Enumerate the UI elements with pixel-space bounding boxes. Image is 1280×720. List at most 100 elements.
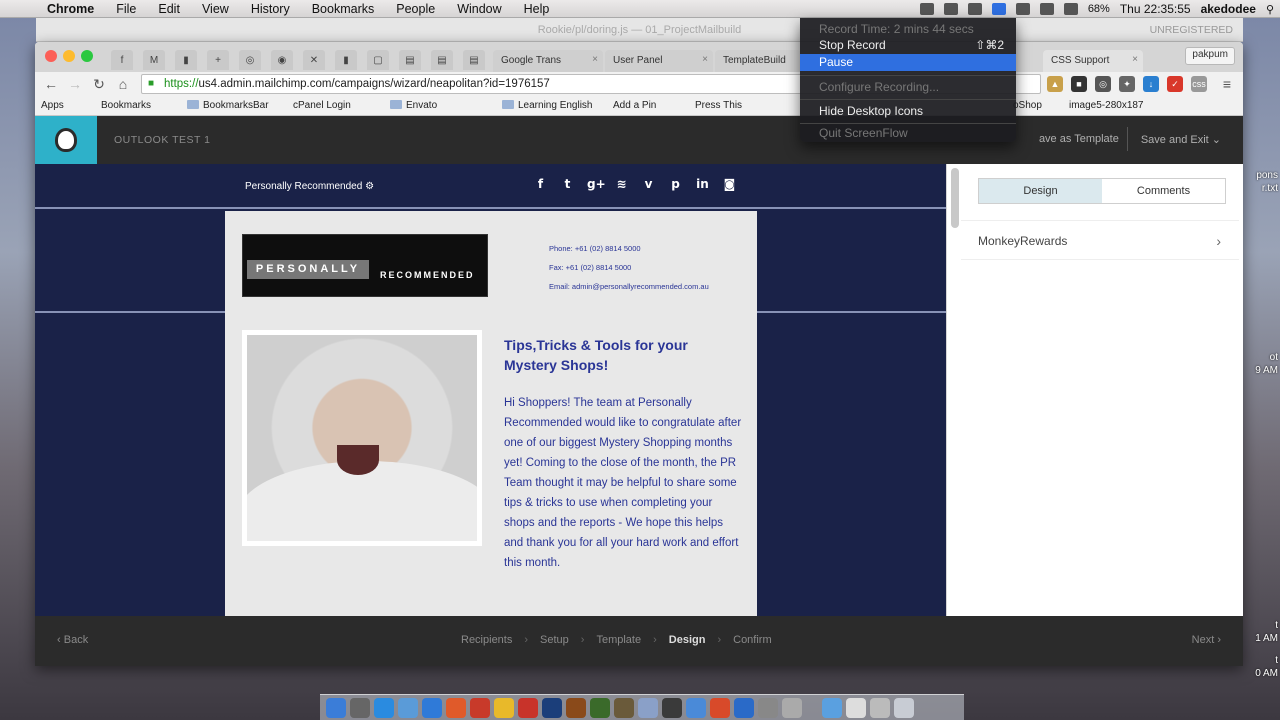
menubar-clock[interactable]: Thu 22:35:55	[1120, 2, 1191, 16]
extension-icon[interactable]: ▲	[1047, 76, 1063, 92]
screenflow-icon[interactable]	[734, 697, 754, 718]
post-image[interactable]	[242, 330, 482, 546]
pinned-tab-gmail[interactable]: M	[143, 50, 165, 70]
pinned-tab[interactable]: ▢	[367, 50, 389, 70]
extension-icon[interactable]: ◎	[1095, 76, 1111, 92]
zoom-window-button[interactable]	[81, 50, 93, 62]
downloads-folder-icon[interactable]	[822, 697, 842, 718]
illustrator-icon[interactable]	[566, 697, 586, 718]
bookmark-envato[interactable]: Envato	[390, 100, 437, 111]
app-icon[interactable]	[614, 697, 634, 718]
menu-window[interactable]: Window	[446, 2, 512, 16]
pinned-tab[interactable]: ✕	[303, 50, 325, 70]
menu-history[interactable]: History	[240, 2, 301, 16]
pause-item[interactable]: Pause	[800, 54, 1016, 71]
app-icon[interactable]	[686, 697, 706, 718]
close-window-button[interactable]	[45, 50, 57, 62]
gear-icon[interactable]: ⚙	[365, 181, 374, 192]
close-tab-icon[interactable]: ×	[702, 54, 708, 65]
post-title[interactable]: Tips,Tricks & Tools for your Mystery Sho…	[504, 335, 734, 375]
extension-icon[interactable]: ✓	[1167, 76, 1183, 92]
step-setup[interactable]: Setup	[540, 634, 569, 646]
monkeyrewards-row[interactable]: MonkeyRewards ›	[961, 220, 1239, 260]
step-confirm[interactable]: Confirm	[733, 634, 772, 646]
instagram-icon[interactable]: ◙	[722, 177, 737, 192]
pinned-tab[interactable]: ▤	[399, 50, 421, 70]
panel-scrollbar[interactable]	[951, 168, 959, 228]
minimize-window-button[interactable]	[63, 50, 75, 62]
volume-icon[interactable]	[1063, 3, 1078, 15]
home-icon[interactable]: ⌂	[113, 74, 133, 94]
menu-help[interactable]: Help	[513, 2, 561, 16]
extension-icon[interactable]: ✦	[1119, 76, 1135, 92]
trash-icon[interactable]	[894, 697, 914, 718]
pinned-tab[interactable]: ◎	[239, 50, 261, 70]
app-icon[interactable]	[710, 697, 730, 718]
battery-percent[interactable]: 68%	[1088, 3, 1110, 15]
step-design[interactable]: Design	[669, 634, 706, 646]
app-icon[interactable]	[758, 697, 778, 718]
document-icon[interactable]	[870, 697, 890, 718]
terminal-icon[interactable]	[662, 697, 682, 718]
save-and-exit-button[interactable]: Save and Exit ⌄	[1141, 133, 1221, 146]
pinned-tab[interactable]: ▮	[175, 50, 197, 70]
dreamweaver-icon[interactable]	[590, 697, 610, 718]
tray-icon[interactable]	[967, 3, 982, 15]
menu-edit[interactable]: Edit	[147, 2, 191, 16]
save-as-template-button[interactable]: ave as Template	[1039, 133, 1119, 146]
bookmark-learning-english[interactable]: Learning English	[502, 100, 593, 111]
menu-bookmarks[interactable]: Bookmarks	[301, 2, 386, 16]
firefox-icon[interactable]	[446, 697, 466, 718]
filezilla-icon[interactable]	[518, 697, 538, 718]
menu-view[interactable]: View	[191, 2, 240, 16]
bookmark-press-this[interactable]: Press This	[695, 100, 742, 111]
mail-icon[interactable]	[398, 697, 418, 718]
brand-logo[interactable]: PERSONALLY RECOMMENDED	[242, 234, 488, 297]
stop-record-item[interactable]: Stop Record ⇧⌘2	[800, 37, 1016, 54]
tray-icon[interactable]	[943, 3, 958, 15]
google-plus-icon[interactable]: g+	[587, 177, 606, 192]
document-icon[interactable]	[846, 697, 866, 718]
next-button[interactable]: Next ›	[1192, 634, 1221, 646]
screenflow-tray-icon[interactable]	[991, 3, 1006, 15]
forward-arrow-icon[interactable]: →	[65, 74, 85, 94]
vimeo-icon[interactable]: v	[641, 177, 656, 192]
back-arrow-icon[interactable]: ←	[41, 74, 61, 94]
pinned-tab[interactable]: ▤	[431, 50, 453, 70]
tab-google-translate[interactable]: Google Trans ×	[493, 50, 603, 72]
spotlight-icon[interactable]: ⚲	[1266, 3, 1274, 16]
post-body[interactable]: Hi Shoppers! The team at Personally Reco…	[504, 393, 744, 573]
tab-design[interactable]: Design	[979, 179, 1102, 203]
step-recipients[interactable]: Recipients	[461, 634, 512, 646]
safari-icon[interactable]	[422, 697, 442, 718]
menubar-user[interactable]: akedodee	[1201, 2, 1256, 16]
bookmark-apps[interactable]: Apps	[41, 100, 64, 111]
finder-icon[interactable]	[326, 697, 346, 718]
bookmark-image5[interactable]: image5-280x187	[1069, 100, 1144, 111]
tab-comments[interactable]: Comments	[1102, 179, 1225, 203]
quit-screenflow-item[interactable]: Quit ScreenFlow	[800, 125, 1016, 142]
bluetooth-icon[interactable]	[1039, 3, 1054, 15]
pinned-tab[interactable]: ◉	[271, 50, 293, 70]
pinterest-icon[interactable]: p	[668, 177, 683, 192]
css-extension-icon[interactable]: css	[1191, 76, 1207, 92]
launchpad-icon[interactable]	[350, 697, 370, 718]
opera-icon[interactable]	[470, 697, 490, 718]
chrome-menu-icon[interactable]: ≡	[1217, 74, 1237, 94]
facebook-icon[interactable]: f	[533, 177, 548, 192]
configure-recording-item[interactable]: Configure Recording...	[800, 79, 1016, 96]
menu-people[interactable]: People	[385, 2, 446, 16]
tab-template-build[interactable]: TemplateBuild	[715, 50, 801, 72]
photoshop-icon[interactable]	[542, 697, 562, 718]
pinned-tab[interactable]: ▤	[463, 50, 485, 70]
reload-icon[interactable]: ↻	[89, 74, 109, 94]
bookmark-bookmarksbar[interactable]: BookmarksBar	[187, 100, 269, 111]
menu-app-chrome[interactable]: Chrome	[36, 2, 105, 16]
pinned-tab[interactable]: +	[207, 50, 229, 70]
close-tab-icon[interactable]: ×	[1132, 54, 1138, 65]
preheader-text[interactable]: Personally Recommended ⚙	[245, 181, 374, 192]
tab-user-panel[interactable]: User Panel ×	[605, 50, 713, 72]
app-icon[interactable]	[638, 697, 658, 718]
tray-icon[interactable]	[919, 3, 934, 15]
step-template[interactable]: Template	[596, 634, 641, 646]
